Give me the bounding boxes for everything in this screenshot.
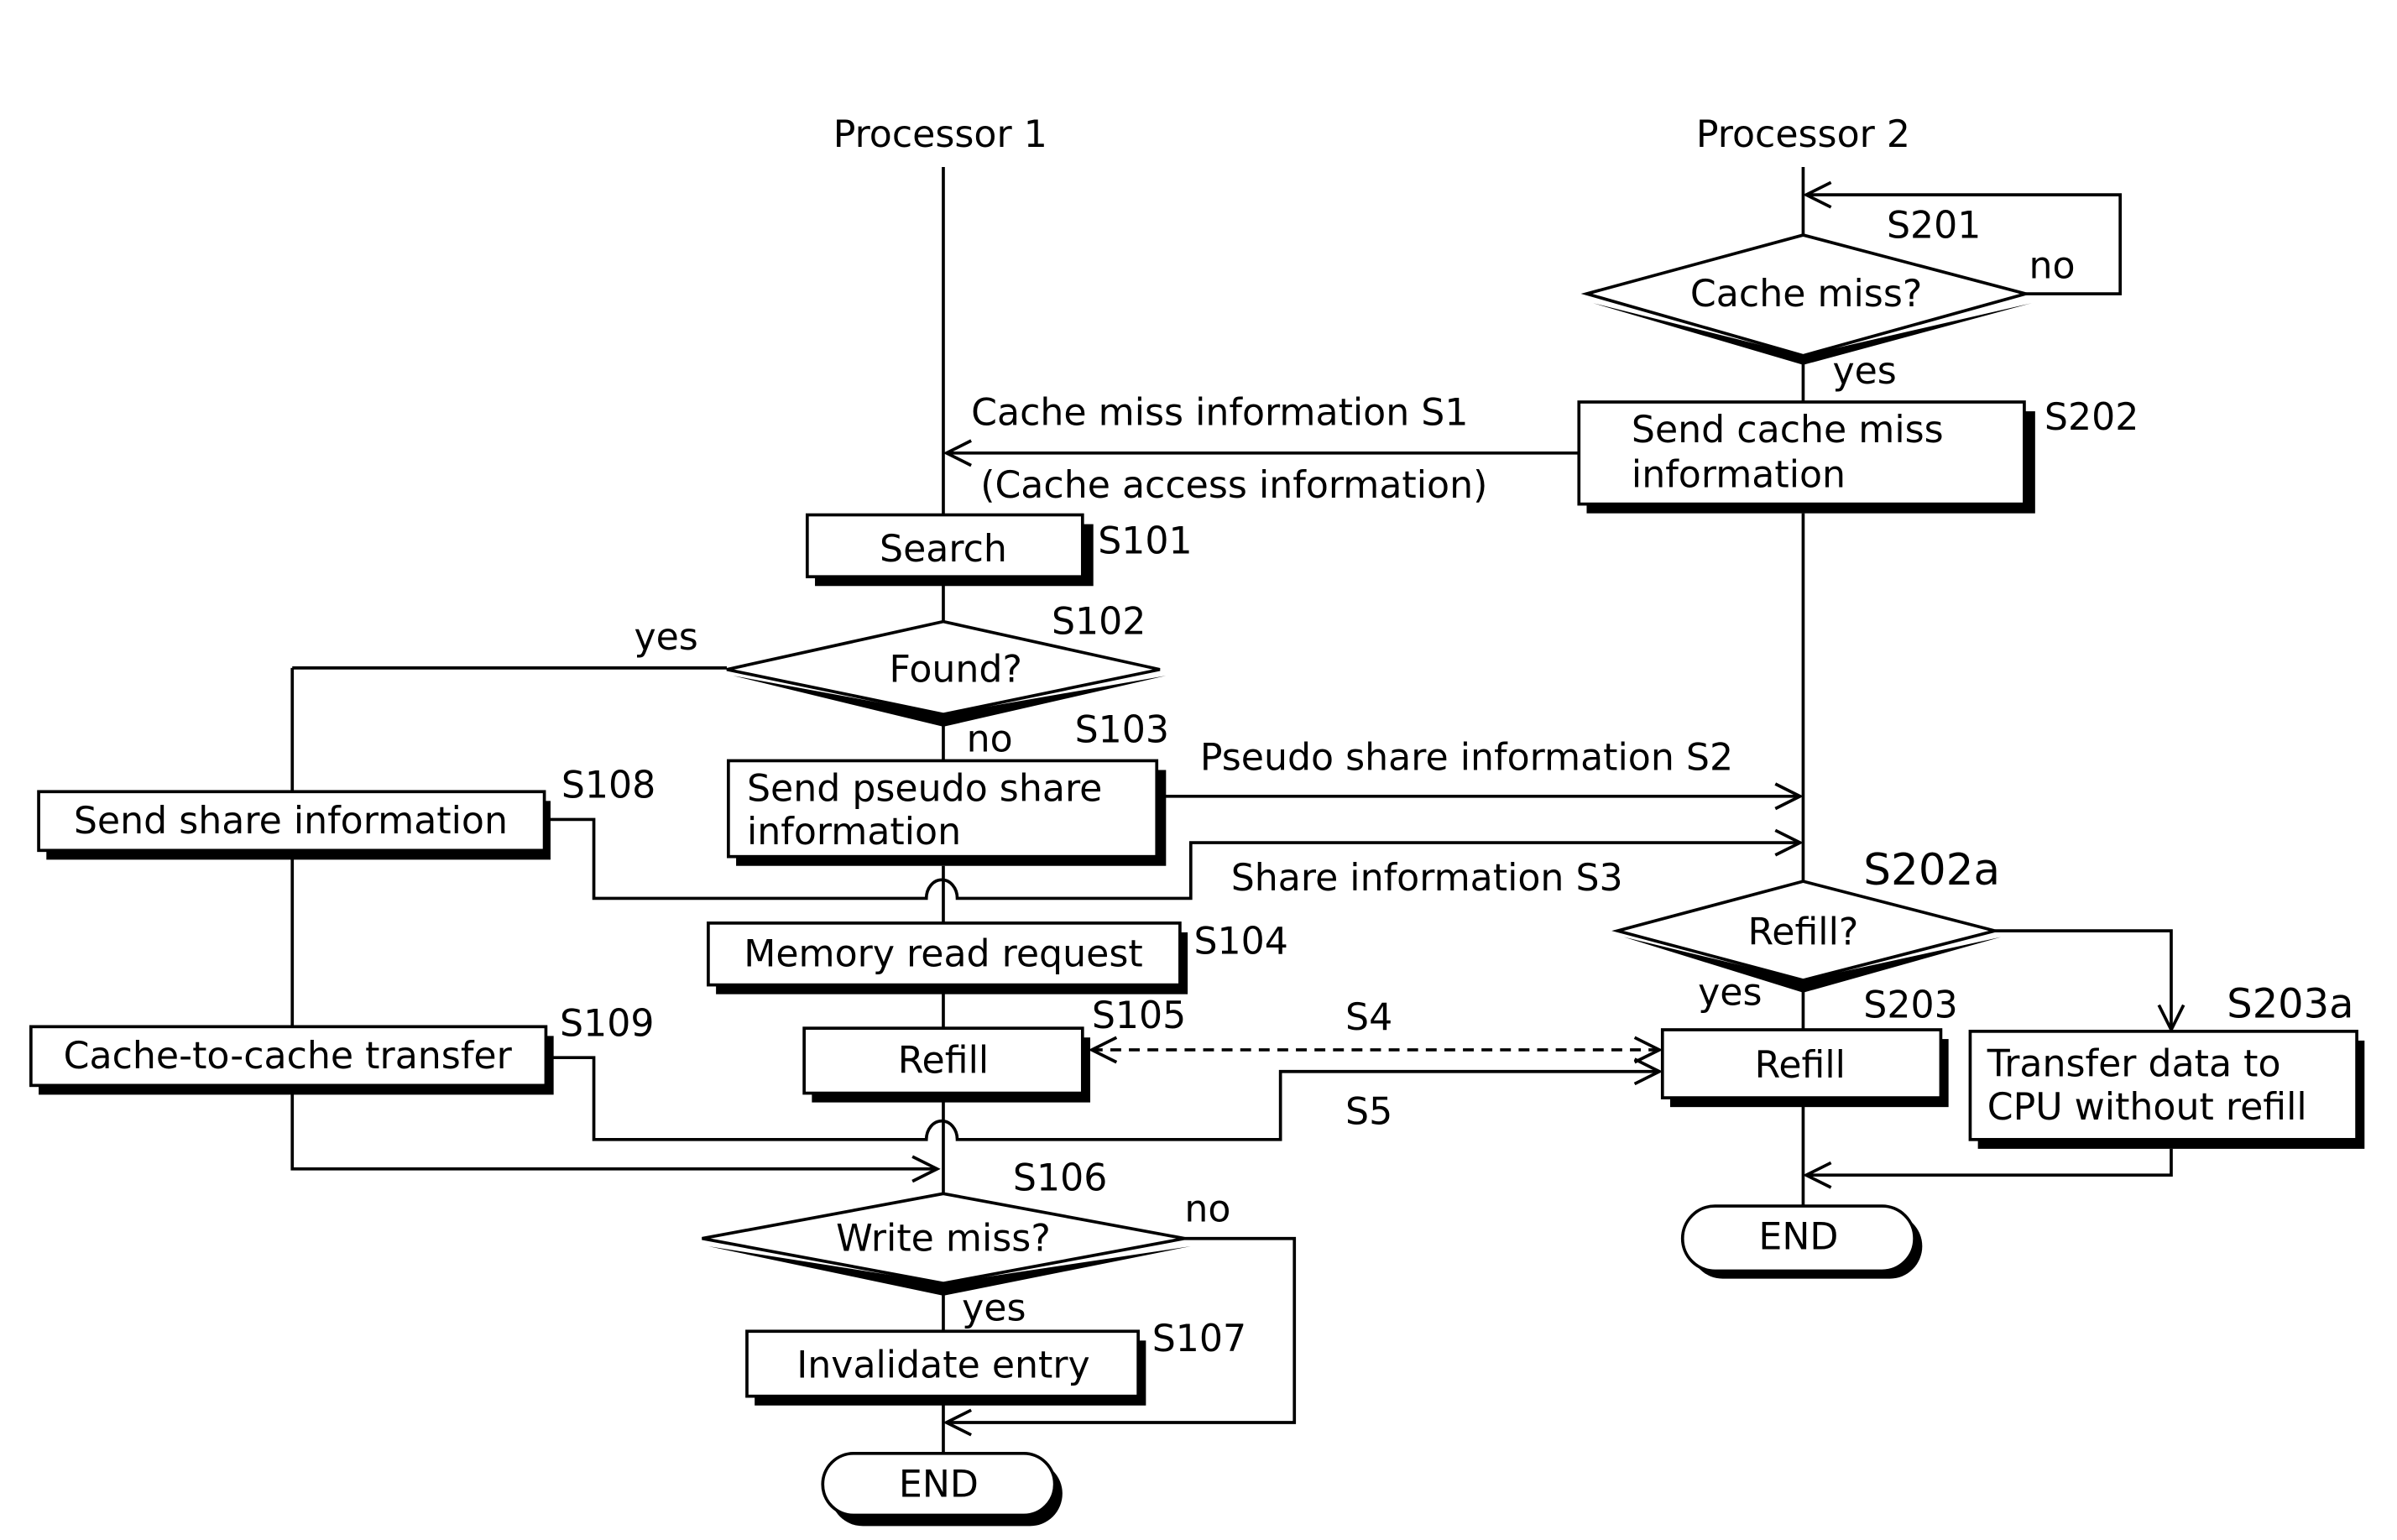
s203a-label-line1: Transfer data to: [1987, 1042, 2281, 1085]
end-p1-label: END: [899, 1463, 979, 1506]
s107-step-id: S107: [1152, 1318, 1246, 1360]
s203-step-id: S203: [1863, 984, 1957, 1026]
end-terminal-p1: END: [821, 1451, 1063, 1527]
end-terminal-p2: END: [1680, 1204, 1923, 1279]
s109-label: Cache-to-cache transfer: [64, 1035, 513, 1078]
s203a-return-arrow: [1806, 1148, 2173, 1175]
s201-yes-label: yes: [1832, 350, 1896, 393]
s103-label-line2: information: [747, 811, 961, 854]
end-p2-label: END: [1758, 1216, 1838, 1259]
s202-label-line1: Send cache miss: [1632, 409, 1944, 452]
s105-label: Refill: [898, 1040, 989, 1083]
s109-step-id: S109: [560, 1002, 654, 1045]
signal-s4-label: S4: [1345, 996, 1392, 1039]
signal-s2-label: Pseudo share information S2: [1200, 737, 1733, 780]
s103-label-line1: Send pseudo share: [747, 767, 1102, 810]
s102-step-id: S102: [1052, 600, 1146, 643]
signal-s3-label: Share information S3: [1231, 857, 1623, 900]
s203a-process: Transfer data to CPU without refill: [1968, 1030, 2365, 1149]
s106-yes-label: yes: [962, 1287, 1026, 1329]
s202a-step-id: S202a: [1863, 845, 2000, 895]
s106-decision: Write miss?: [702, 1192, 1191, 1296]
s106-no-label: no: [1184, 1188, 1230, 1230]
s107-label: Invalidate entry: [796, 1344, 1089, 1387]
signal-s5-arrow: [550, 1056, 1659, 1141]
signal-s1-sublabel: (Cache access information): [980, 464, 1487, 507]
processor-1-flow: Search S101 Found? S102 yes no Send pseu…: [29, 166, 1297, 1527]
s101-process: Search: [805, 513, 1094, 587]
s108-process: Send share information: [37, 790, 551, 860]
s202a-label: Refill?: [1748, 911, 1859, 954]
s102-yes-label: yes: [634, 616, 697, 659]
s203a-step-id: S203a: [2227, 981, 2353, 1027]
s201-no-label: no: [2029, 245, 2075, 288]
lane-title-processor-1: Processor 1: [833, 113, 1047, 156]
s103-process: Send pseudo share information: [727, 759, 1167, 866]
s201-label: Cache miss?: [1690, 273, 1922, 316]
s202-step-id: S202: [2044, 396, 2138, 439]
s202a-yes-label: yes: [1698, 972, 1762, 1015]
s202-label-line2: information: [1632, 453, 1846, 496]
s101-label: Search: [880, 528, 1007, 571]
s203a-label-line2: CPU without refill: [1987, 1086, 2307, 1129]
processor-2-flow: Cache miss? S201 no yes Send cache miss …: [1577, 166, 2365, 1279]
s203-process: Refill: [1660, 1028, 1949, 1108]
s101-step-id: S101: [1098, 520, 1192, 563]
s108-label: Send share information: [74, 800, 508, 843]
s106-label: Write miss?: [836, 1217, 1051, 1260]
s102-no-label: no: [967, 718, 1013, 760]
s104-step-id: S104: [1193, 921, 1287, 963]
signal-s5-label: S5: [1345, 1090, 1392, 1133]
s109-process: Cache-to-cache transfer: [29, 1025, 554, 1095]
s102-label: Found?: [889, 648, 1021, 691]
s202a-to-s203a-arrow: [1994, 929, 2171, 1030]
s203-label: Refill: [1755, 1044, 1846, 1087]
flowchart: Processor 1 Processor 2 Cache miss? S201…: [29, 113, 2365, 1527]
s106-step-id: S106: [1013, 1157, 1107, 1200]
s202a-decision: Refill?: [1611, 880, 2002, 993]
s107-process: Invalidate entry: [745, 1329, 1146, 1406]
s105-step-id: S105: [1092, 994, 1186, 1037]
s103-step-id: S103: [1075, 708, 1169, 751]
s104-process: Memory read request: [707, 921, 1188, 994]
s105-process: Refill: [802, 1026, 1091, 1103]
s108-step-id: S108: [561, 765, 655, 807]
s201-decision: Cache miss?: [1580, 233, 2033, 365]
s201-step-id: S201: [1887, 205, 1981, 248]
signal-s1-label: Cache miss information S1: [971, 392, 1468, 435]
s202-process: Send cache miss information: [1577, 400, 2035, 514]
s104-label: Memory read request: [744, 932, 1142, 975]
lane-title-processor-2: Processor 2: [1696, 113, 1910, 156]
